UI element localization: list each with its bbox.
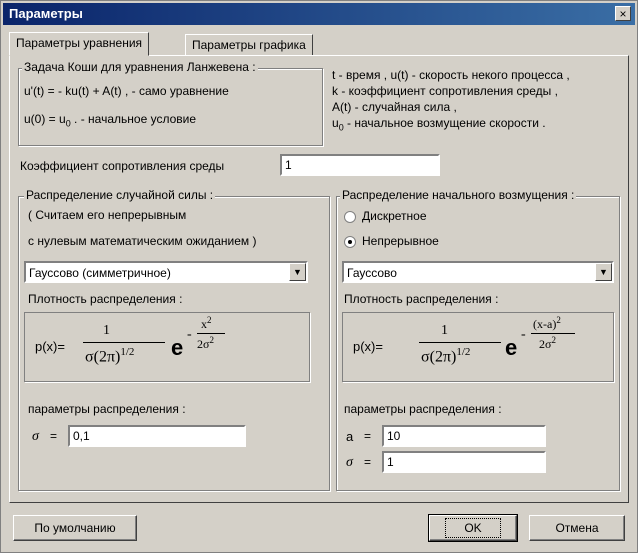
disturbance-distribution-select[interactable]: Гауссово ▼	[342, 261, 614, 283]
force-sigma-input[interactable]: 0,1	[68, 425, 246, 447]
select-value: Гауссово	[347, 266, 397, 280]
task-title: Задача Коши для уравнения Ланжевена :	[22, 60, 258, 74]
initial-disturbance-title: Распределение начального возмущения :	[340, 188, 577, 202]
disturbance-sigma-input[interactable]: 1	[382, 451, 546, 473]
density-label: Плотность распределения :	[344, 292, 499, 306]
close-button[interactable]: ×	[615, 6, 631, 21]
ok-button[interactable]: OK	[428, 514, 518, 542]
params-label: параметры распределения :	[344, 402, 502, 416]
note-line-2: с нулевым математическим ожиданием )	[28, 234, 257, 248]
note-line-1: ( Считаем его непрерывным	[28, 208, 187, 222]
cancel-button[interactable]: Отмена	[529, 515, 625, 541]
exp-sign: -	[521, 327, 526, 342]
formula-e: e	[505, 335, 518, 360]
exp-den: 2σ2	[539, 335, 556, 352]
tab-label: Параметры уравнения	[16, 36, 143, 50]
exp-num: x2	[201, 315, 212, 332]
density-formula: p(x)= 1 σ(2π)1/2 e - x2 2σ2	[24, 312, 310, 382]
radio-continuous-label[interactable]: Непрерывное	[362, 234, 439, 248]
legend-line-3: A(t) - случайная сила ,	[332, 100, 457, 114]
exp-den-sup: 2	[551, 335, 556, 345]
cancel-label: Отмена	[555, 521, 599, 535]
params-label: параметры распределения :	[28, 402, 186, 416]
exp-den-sup: 2	[209, 335, 214, 345]
a-symbol: a	[346, 429, 354, 444]
legend-line-2: k - коэффициент сопротивления среды ,	[332, 84, 558, 98]
equals-sign: =	[364, 429, 372, 443]
exp-fraction-bar	[197, 333, 225, 334]
formula-lhs: p(x)=	[353, 339, 383, 354]
equals-sign: =	[50, 429, 58, 443]
tab-equation-params[interactable]: Параметры уравнения	[9, 32, 150, 56]
exp-num-sup: 2	[207, 315, 212, 325]
exp-fraction-bar	[531, 333, 575, 334]
fraction-bar	[83, 342, 165, 343]
exp-den-base: 2σ	[197, 337, 210, 351]
fraction-bar	[419, 342, 501, 343]
den-exp: 1/2	[120, 346, 135, 358]
equation-text: u'(t) = - ku(t) + A(t) , - само уравнени…	[24, 84, 229, 98]
defaults-button[interactable]: По умолчанию	[13, 515, 137, 541]
window-title: Параметры	[9, 6, 83, 21]
den-base: σ(2π)	[85, 348, 121, 366]
dialog-window: Параметры × Параметры уравнения Параметр…	[0, 0, 638, 553]
formula-num: 1	[103, 323, 110, 338]
initial-right: . - начальное условие	[70, 112, 197, 126]
sigma-symbol: σ	[346, 455, 353, 470]
formula-lhs: p(x)=	[35, 339, 65, 354]
force-distribution-select[interactable]: Гауссово (симметричное) ▼	[24, 261, 308, 283]
density-formula: p(x)= 1 σ(2π)1/2 e - (x-a)2 2σ2	[342, 312, 614, 382]
den-exp: 1/2	[456, 346, 471, 358]
chevron-down-icon[interactable]: ▼	[289, 263, 306, 281]
disturbance-a-input[interactable]: 10	[382, 425, 546, 447]
density-label: Плотность распределения :	[28, 292, 183, 306]
legend-line-4: u0 - начальное возмущение скорости .	[332, 116, 546, 132]
tab-label: Параметры графика	[192, 38, 306, 52]
equals-sign: =	[364, 455, 372, 469]
radio-discrete[interactable]	[344, 211, 356, 223]
legend-line-1: t - время , u(t) - скорость некого проце…	[332, 68, 570, 82]
exp-sign: -	[187, 327, 192, 342]
select-value: Гауссово (симметричное)	[29, 266, 171, 280]
exp-den-base: 2σ	[539, 337, 552, 351]
initial-left: u(0) = u	[24, 112, 66, 126]
resistance-label: Коэффициент сопротивления среды	[20, 159, 225, 173]
resistance-input[interactable]: 1	[280, 154, 440, 176]
close-icon: ×	[619, 6, 627, 21]
legend4-post: - начальное возмущение скорости .	[343, 116, 546, 130]
radio-discrete-label[interactable]: Дискретное	[362, 209, 427, 223]
ok-label: OK	[445, 518, 501, 538]
chevron-down-icon[interactable]: ▼	[595, 263, 612, 281]
random-force-title: Распределение случайной силы :	[24, 188, 216, 202]
den-base: σ(2π)	[421, 348, 457, 366]
legend4-pre: u	[332, 116, 339, 130]
tab-panel: Задача Коши для уравнения Ланжевена : u'…	[9, 55, 629, 503]
formula-den: σ(2π)1/2	[85, 346, 134, 366]
radio-continuous[interactable]	[344, 236, 356, 248]
sigma-symbol: σ	[32, 429, 39, 444]
formula-num: 1	[441, 323, 448, 338]
exp-den: 2σ2	[197, 335, 214, 352]
initial-condition: u(0) = u0 . - начальное условие	[24, 112, 196, 128]
task-info-box	[18, 68, 323, 146]
title-bar[interactable]: Параметры ×	[3, 3, 635, 25]
formula-den: σ(2π)1/2	[421, 346, 470, 366]
exp-num-sup: 2	[556, 315, 561, 325]
exp-num-base: (x-a)	[533, 317, 557, 331]
formula-e: e	[171, 335, 184, 360]
exp-num: (x-a)2	[533, 315, 561, 332]
defaults-label: По умолчанию	[34, 521, 116, 535]
tab-graph-params[interactable]: Параметры графика	[185, 34, 313, 56]
